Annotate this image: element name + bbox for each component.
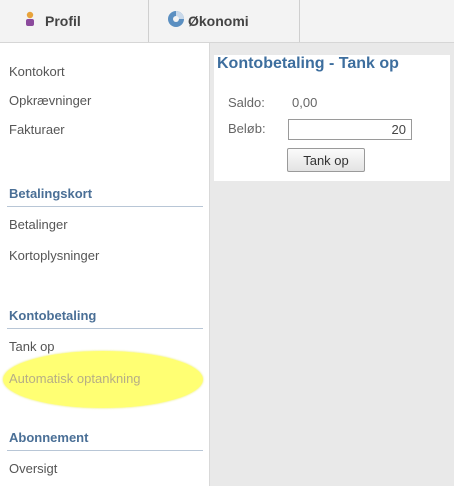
section-header-kontobetaling: Kontobetaling	[9, 308, 97, 323]
main-panel: Kontobetaling - Tank op Saldo: 0,00 Belø…	[210, 43, 454, 486]
sidebar-item-tank-op[interactable]: Tank op	[9, 339, 55, 354]
person-icon	[24, 11, 36, 32]
section-divider	[7, 328, 203, 329]
amount-input[interactable]	[288, 119, 412, 140]
tab-profil[interactable]: Profil	[0, 0, 149, 42]
sidebar-item-kortoplysninger[interactable]: Kortoplysninger	[9, 248, 99, 263]
tab-empty	[300, 0, 454, 42]
page-title: Kontobetaling - Tank op	[217, 55, 399, 72]
sidebar-item-kontokort[interactable]: Kontokort	[9, 64, 65, 79]
sidebar: Kontokort Opkrævninger Fakturaer Betalin…	[0, 43, 210, 486]
tank-op-button[interactable]: Tank op	[287, 148, 365, 172]
pie-chart-icon	[167, 10, 185, 33]
section-header-abonnement: Abonnement	[9, 430, 89, 445]
section-divider	[7, 450, 203, 451]
section-header-betalingskort: Betalingskort	[9, 186, 93, 201]
sidebar-item-opkraevninger[interactable]: Opkrævninger	[9, 93, 91, 108]
tab-okonomi-label: Økonomi	[188, 13, 249, 29]
sidebar-item-oversigt[interactable]: Oversigt	[9, 461, 57, 476]
topup-card: Kontobetaling - Tank op Saldo: 0,00 Belø…	[214, 55, 450, 181]
sidebar-item-automatisk-optankning[interactable]: Automatisk optankning	[9, 371, 141, 386]
belob-label: Beløb:	[228, 121, 266, 136]
tab-profil-label: Profil	[45, 13, 81, 29]
top-tab-bar: Profil Økonomi	[0, 0, 454, 43]
saldo-label: Saldo:	[228, 95, 265, 110]
section-divider	[7, 206, 203, 207]
sidebar-item-fakturaer[interactable]: Fakturaer	[9, 122, 65, 137]
saldo-value: 0,00	[292, 95, 318, 110]
tab-okonomi[interactable]: Økonomi	[149, 0, 300, 42]
sidebar-item-betalinger[interactable]: Betalinger	[9, 217, 68, 232]
